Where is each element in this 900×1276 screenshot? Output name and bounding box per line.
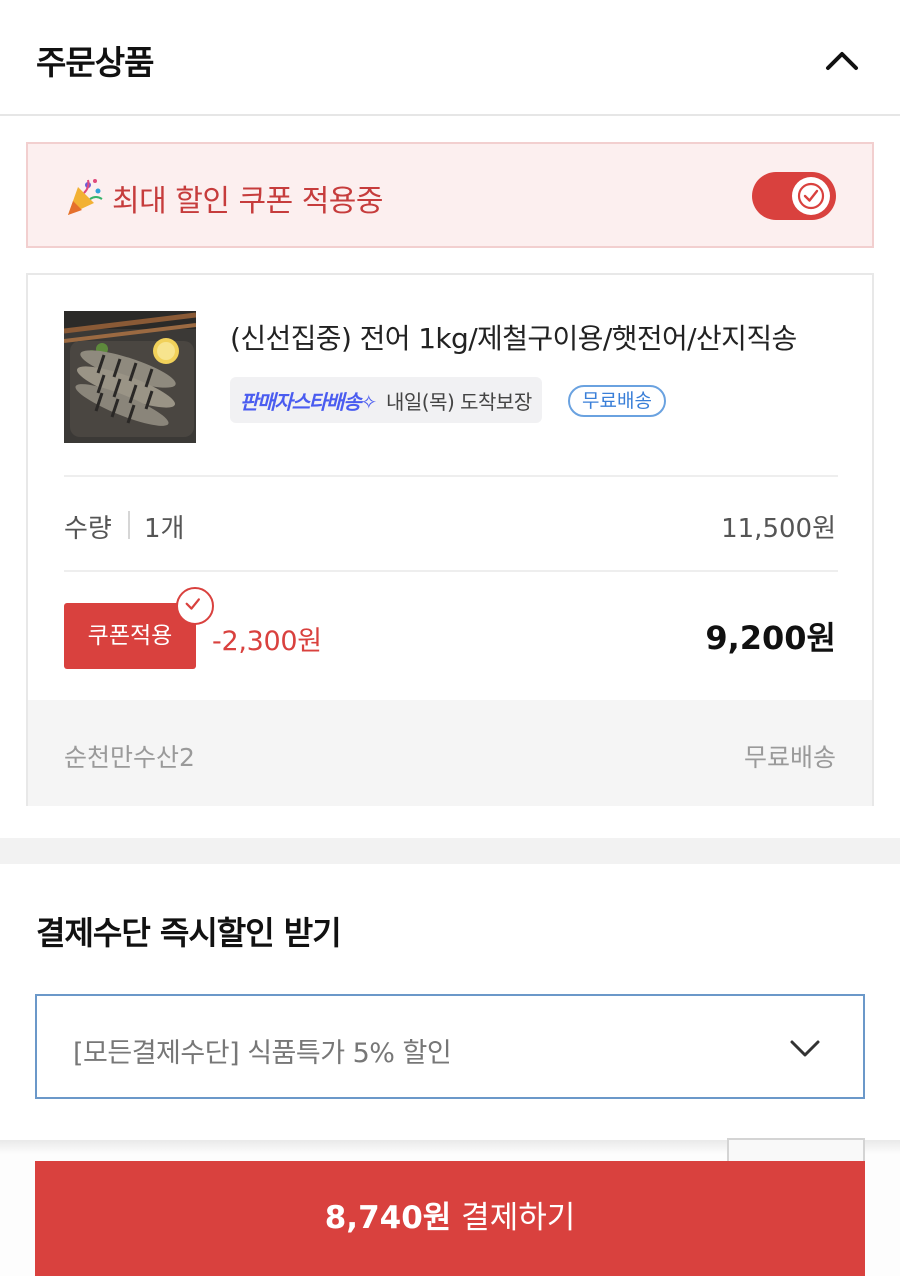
star-delivery-label: 판매자스타배송✧ [240,389,377,414]
divider [64,475,838,477]
delivery-badge: 판매자스타배송✧ 내일(목) 도착보장 [230,377,542,423]
final-price: 9,200원 [705,619,836,657]
party-popper-icon [68,179,103,215]
product-image[interactable] [64,311,196,443]
section-gap [0,838,900,864]
payment-discount-select[interactable]: [모든결제수단] 식품특가 5% 할인 [35,994,865,1099]
payment-discount-title: 결제수단 즉시할인 받기 [36,914,342,952]
section-title: 주문상품 [36,43,154,82]
seller-name[interactable]: 순천만수산2 [64,738,195,774]
product-card: (신선집중) 전어 1kg/제철구이용/햇전어/산지직송 판매자스타배송✧ 내일… [26,273,874,806]
coupon-toggle[interactable] [752,172,836,220]
quantity-value: 1개 [144,514,185,544]
chevron-up-icon[interactable] [820,38,864,82]
unit-price: 11,500원 [721,514,836,544]
selected-option: [모든결제수단] 식품특가 5% 할인 [73,1038,452,1069]
divider [64,570,838,572]
grilled-fish-image [64,311,196,443]
separator [128,511,130,539]
coupon-check-icon [176,587,214,625]
toggle-knob [792,177,830,215]
check-icon [797,182,825,210]
chevron-down-icon [790,1040,820,1057]
product-name[interactable]: (신선집중) 전어 1kg/제철구이용/햇전어/산지직송 [230,317,797,357]
quantity-label: 수량 [64,514,112,544]
arrival-guarantee: 내일(목) 도착보장 [385,389,532,414]
checkout-amount: 8,740원 [324,1200,452,1236]
seller-row: 순천만수산2 무료배송 [28,700,872,806]
checkout-label: 결제하기 [461,1200,576,1236]
checkout-button[interactable]: 8,740원 결제하기 [35,1161,865,1276]
free-shipping-pill: 무료배송 [568,385,666,417]
max-coupon-banner: 최대 할인 쿠폰 적용중 [26,142,874,248]
apply-coupon-button[interactable]: 쿠폰적용 [64,603,196,669]
shipping-fee: 무료배송 [743,743,836,772]
coupon-banner-text: 최대 할인 쿠폰 적용중 [112,184,384,219]
order-items-header[interactable]: 주문상품 [0,0,900,116]
discount-amount: -2,300원 [212,626,322,657]
